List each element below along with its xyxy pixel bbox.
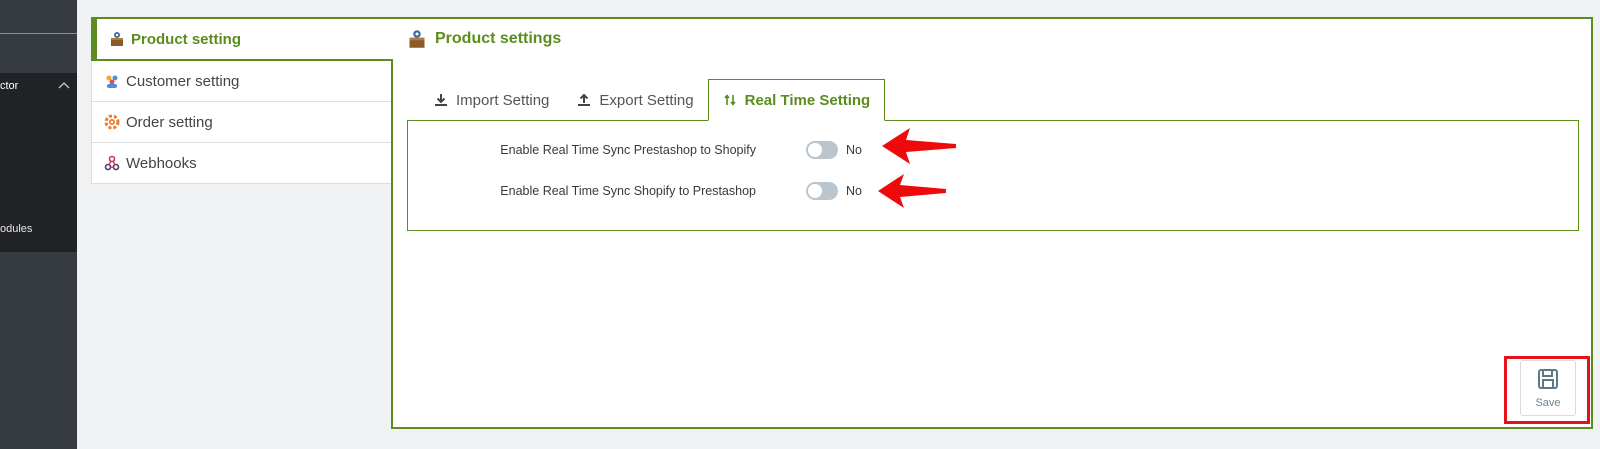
toggle-knob <box>808 143 822 157</box>
product-box-icon <box>109 31 125 47</box>
customers-icon <box>104 73 120 89</box>
tab-export-setting[interactable]: Export Setting <box>563 79 707 121</box>
menu-item-customer-setting[interactable]: Customer setting <box>91 61 392 102</box>
webhooks-icon <box>104 155 120 171</box>
menu-item-label: Customer setting <box>126 72 240 90</box>
setting-row-prestashop-to-shopify: Enable Real Time Sync Prestashop to Shop… <box>408 138 1578 162</box>
tab-label: Import Setting <box>456 91 550 109</box>
real-time-settings-form: Enable Real Time Sync Prestashop to Shop… <box>407 120 1579 231</box>
menu-item-order-setting[interactable]: Order setting <box>91 102 392 143</box>
toggle-knob <box>808 184 822 198</box>
sync-arrows-icon <box>723 93 737 107</box>
annotation-arrow-icon <box>882 128 956 164</box>
page-header: Product settings <box>391 17 1593 61</box>
toggle-value: No <box>846 184 862 198</box>
menu-item-label: Order setting <box>126 113 213 131</box>
save-label: Save <box>1535 396 1561 409</box>
download-icon <box>434 93 448 107</box>
product-box-icon <box>407 29 427 49</box>
sync-prestashop-to-shopify-toggle[interactable] <box>806 141 838 159</box>
menu-item-product-setting[interactable]: Product setting <box>91 17 392 61</box>
toggle-value: No <box>846 143 862 157</box>
setting-label: Enable Real Time Sync Shopify to Prestas… <box>500 184 756 198</box>
setting-row-shopify-to-prestashop: Enable Real Time Sync Shopify to Prestas… <box>408 179 1578 203</box>
save-button[interactable]: Save <box>1520 360 1576 416</box>
sidebar-divider <box>0 33 77 34</box>
tab-label: Export Setting <box>599 91 694 109</box>
sidebar-item-connector[interactable]: ctor <box>0 80 18 92</box>
tab-import-setting[interactable]: Import Setting <box>420 79 563 121</box>
settings-tabs: Import Setting Export Setting Real Time … <box>420 79 886 121</box>
order-gear-icon <box>104 114 120 130</box>
page-title: Product settings <box>435 30 562 47</box>
annotation-arrow-icon <box>878 174 946 208</box>
menu-item-webhooks[interactable]: Webhooks <box>91 143 392 184</box>
sidebar-item-modules[interactable]: odules <box>0 223 32 235</box>
tab-real-time-setting[interactable]: Real Time Setting <box>707 79 886 121</box>
floppy-disk-icon <box>1537 368 1559 393</box>
upload-icon <box>577 93 591 107</box>
admin-sidebar: ctor odules <box>0 0 77 449</box>
tab-label: Real Time Setting <box>744 91 871 109</box>
menu-item-label: Product setting <box>131 30 242 48</box>
menu-item-label: Webhooks <box>126 154 197 172</box>
sync-shopify-to-prestashop-toggle[interactable] <box>806 182 838 200</box>
settings-menu: Product setting Customer setting Order s… <box>91 17 392 184</box>
chevron-up-icon[interactable] <box>58 80 70 92</box>
setting-label: Enable Real Time Sync Prestashop to Shop… <box>500 143 756 157</box>
